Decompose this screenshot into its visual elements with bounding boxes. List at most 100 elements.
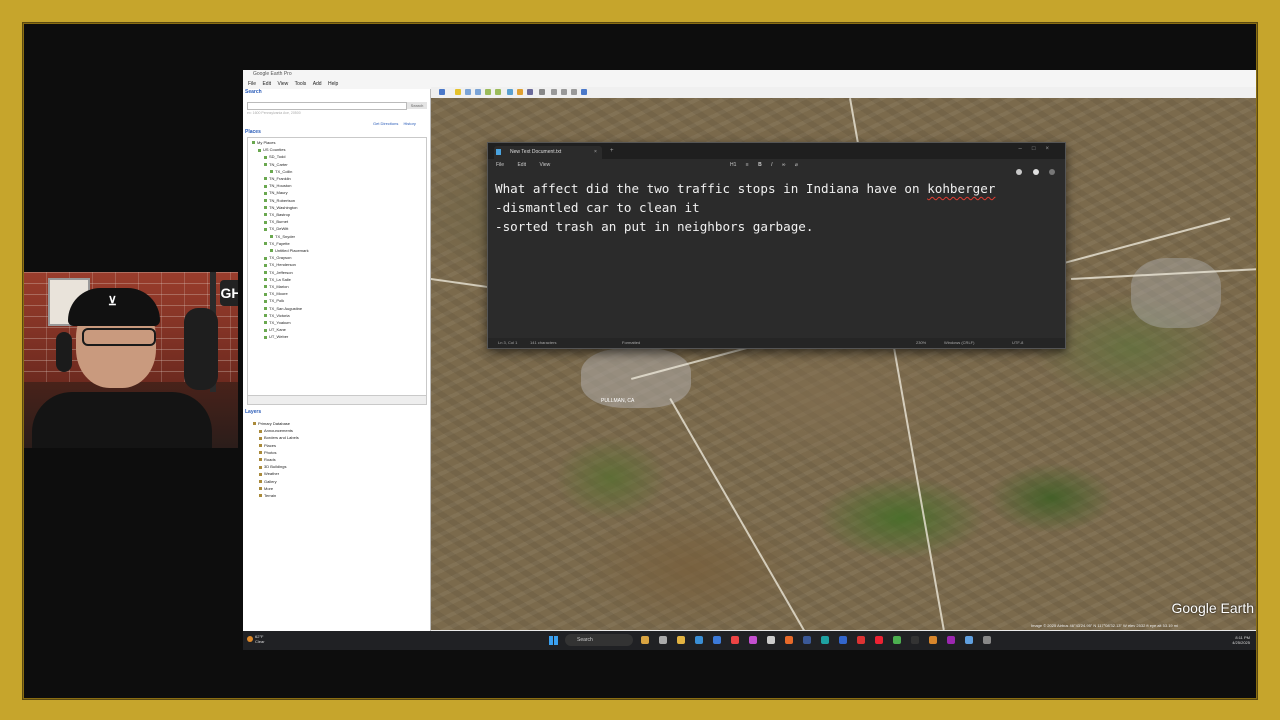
tree-item[interactable]: TX_San Augustine [264,306,302,311]
tree-item[interactable]: TX_DeWitt [264,226,288,231]
app-icon[interactable] [947,636,955,644]
menu-file[interactable]: File [248,81,256,87]
weather-icon[interactable] [247,636,253,642]
placemark-icon[interactable] [455,89,461,95]
tree-item[interactable]: TN_Carter [264,162,288,167]
encoding[interactable]: UTF-8 [1012,338,1023,348]
menu-view[interactable]: View [277,81,288,87]
sun-icon[interactable] [517,89,523,95]
tree-item[interactable]: UT_Kane [264,327,286,332]
app-icon[interactable] [929,636,937,644]
notepad-menu-edit[interactable]: Edit [517,162,526,168]
layer-item[interactable]: 3D Buildings [259,464,286,469]
tree-item[interactable]: TX_Henderson [264,262,296,267]
bold-button[interactable]: B [758,162,762,168]
system-tray-clock[interactable]: 8:11 PM 4/25/2025 [1232,635,1250,645]
layer-item[interactable]: More [259,486,273,491]
history-link[interactable]: History [403,121,415,126]
search-input[interactable] [247,102,407,110]
tree-item[interactable]: TX_Snyder [270,234,295,239]
clear-format-button[interactable]: ⌀ [795,162,798,168]
notepad-text-area[interactable]: What affect did the two traffic stops in… [495,179,995,236]
tree-item[interactable]: TN_Maury [264,190,288,195]
app-icon[interactable] [839,636,847,644]
tree-item[interactable]: TX_Bastrop [264,212,290,217]
edge-icon[interactable] [695,636,703,644]
tree-item[interactable]: TX_Victoria [264,313,290,318]
app-icon[interactable] [911,636,919,644]
search-button[interactable]: Search [407,102,427,109]
tree-item[interactable]: TX_Burnet [264,219,288,224]
notepad-window[interactable]: New Text Document.txt × + –□× File Edit … [487,142,1066,349]
new-tab-icon[interactable]: + [610,148,614,154]
maps-icon[interactable] [581,89,587,95]
save-image-icon[interactable] [571,89,577,95]
format-status[interactable]: Formatted [622,338,640,348]
copilot-icon[interactable] [1016,169,1023,175]
italic-button[interactable]: I [771,162,772,168]
layer-item[interactable]: Roads [259,457,276,462]
places-header[interactable]: Places [245,129,261,136]
misspelled-word[interactable]: kohberger [927,181,995,196]
tree-item[interactable]: TN_Robertson [264,198,295,203]
app-icon[interactable] [965,636,973,644]
calendar-icon[interactable] [731,636,739,644]
layer-item[interactable]: Weather [259,471,279,476]
heading-button[interactable]: H1 [730,162,736,168]
facebook-icon[interactable] [803,636,811,644]
notepad-tab[interactable]: New Text Document.txt [494,146,602,159]
widgets-icon[interactable] [659,636,667,644]
layers-header[interactable]: Layers [245,409,261,416]
tree-item[interactable]: TN_Franklin [264,176,291,181]
task-view-icon[interactable] [641,636,649,644]
tree-item[interactable]: US Counties [258,147,285,152]
menu-add[interactable]: Add [313,81,322,87]
tree-item[interactable]: TN_Houston [264,183,291,188]
app-icon[interactable] [875,636,883,644]
link-button[interactable]: ∞ [782,162,786,168]
overlay-icon[interactable] [485,89,491,95]
tree-item[interactable]: UT_Weber [264,334,288,339]
email-icon[interactable] [551,89,557,95]
tour-icon[interactable] [495,89,501,95]
settings-gear-icon[interactable] [1049,169,1055,175]
windows-start-icon[interactable] [549,636,558,645]
tree-item[interactable]: TX_La Salle [264,277,291,282]
get-directions-link[interactable]: Get Directions [373,121,398,126]
tree-item[interactable]: TX_Collin [270,169,292,174]
notepad-taskbar-icon[interactable] [983,636,991,644]
tree-item[interactable]: TX_Polk [264,298,284,303]
sidebar-toggle-icon[interactable] [439,89,445,95]
tree-item[interactable]: My Places [252,140,275,145]
notepad-menu-file[interactable]: File [496,162,504,168]
window-controls[interactable]: –□× [1019,146,1059,152]
layer-item[interactable]: Places [259,443,276,448]
tree-item[interactable]: TX_Moore [264,291,288,296]
print-icon[interactable] [561,89,567,95]
mail-icon[interactable] [713,636,721,644]
line-ending[interactable]: Windows (CRLF) [944,338,974,348]
app-icon[interactable] [749,636,757,644]
app-icon[interactable] [767,636,775,644]
menu-edit[interactable]: Edit [262,81,271,87]
tree-item[interactable]: TX_Jefferson [264,270,293,275]
tree-item[interactable]: SD_Todd [264,154,285,159]
app-icon[interactable] [857,636,865,644]
chrome-icon[interactable] [893,636,901,644]
close-tab-icon[interactable]: × [594,149,597,155]
layer-item[interactable]: Terrain [259,493,276,498]
layer-item[interactable]: Borders and Labels [259,435,299,440]
notepad-menu-view[interactable]: View [539,162,550,168]
layer-item[interactable]: Photos [259,450,276,455]
firefox-icon[interactable] [785,636,793,644]
list-button[interactable]: ≡ [746,162,749,168]
layer-item[interactable]: Primary Database [253,421,290,426]
layer-item[interactable]: Announcements [259,428,293,433]
historical-imagery-icon[interactable] [507,89,513,95]
tree-item[interactable]: Untitled Placemark [270,248,309,253]
account-icon[interactable] [1032,169,1039,175]
zoom-level[interactable]: 230% [916,338,926,348]
planets-icon[interactable] [527,89,533,95]
taskbar-search[interactable]: Search [565,634,633,646]
app-icon[interactable] [821,636,829,644]
